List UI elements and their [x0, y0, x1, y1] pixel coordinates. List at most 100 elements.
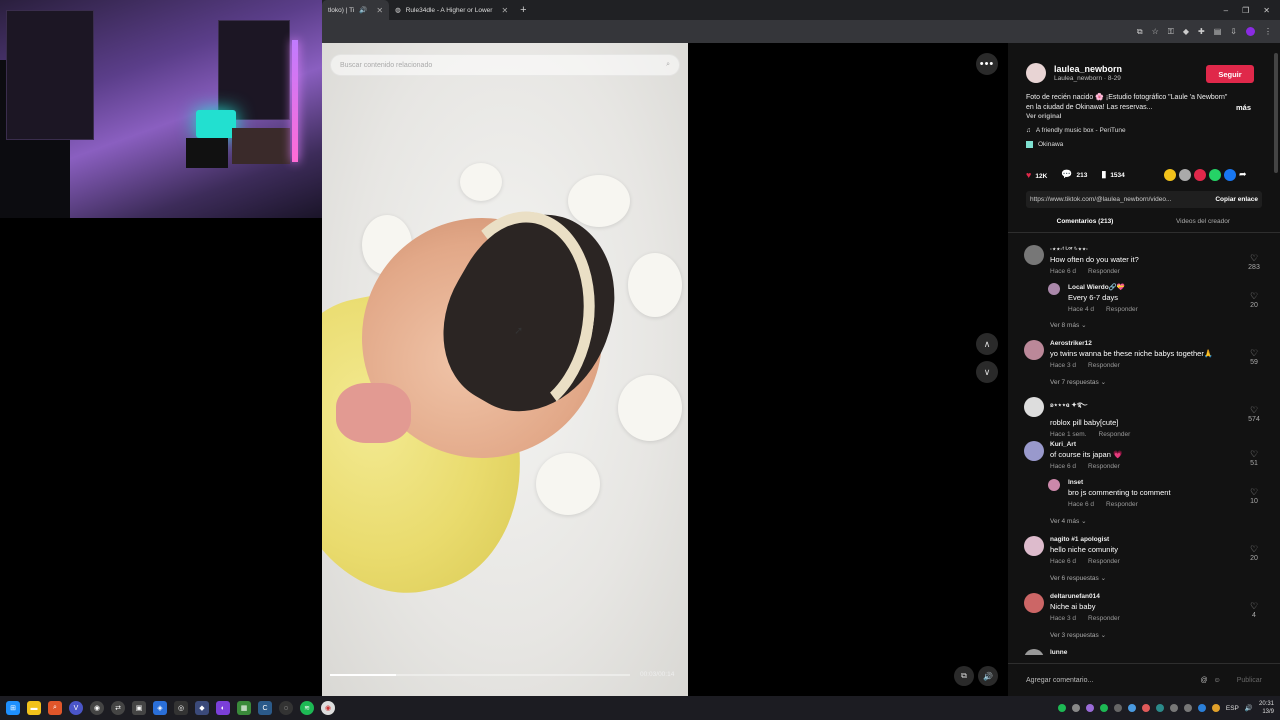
install-icon[interactable]: ⧉ [1137, 27, 1143, 37]
comment-like-button[interactable]: ♡ 283 [1244, 253, 1264, 271]
chrome-icon[interactable]: ◉ [321, 701, 335, 715]
reply-button[interactable]: Responder [1088, 463, 1120, 470]
share-arrow-icon[interactable]: ➦ [1239, 169, 1247, 181]
comment-like-button[interactable]: ♡ 10 [1244, 487, 1264, 505]
comment-user[interactable]: Aerostriker12 [1050, 340, 1264, 347]
search-input[interactable]: Buscar contenido relacionado ⌕ [330, 54, 680, 76]
comment-user[interactable]: deltarunefan014 [1050, 593, 1264, 600]
comment-user[interactable]: Inset [1068, 479, 1264, 486]
avatar[interactable] [1024, 245, 1044, 265]
avatar[interactable] [1024, 536, 1044, 556]
more-link[interactable]: más [1236, 103, 1251, 112]
tray-icon[interactable] [1071, 704, 1080, 712]
comment-button[interactable]: 💬 213 [1061, 169, 1087, 180]
more-options-button[interactable]: ••• [976, 53, 998, 75]
reply-button[interactable]: Responder [1088, 268, 1120, 275]
clock[interactable]: 20:31 13/9 [1259, 700, 1274, 716]
extension-icon[interactable]: ◆ [1183, 27, 1189, 36]
app-icon[interactable]: ◉ [90, 701, 104, 715]
view-more-replies[interactable]: Ver 7 respuestas ⌄ [1050, 378, 1106, 386]
reply-button[interactable]: Responder [1088, 362, 1120, 369]
reply-button[interactable]: Responder [1106, 306, 1138, 313]
music-link[interactable]: ♫ A friendly music box - PeriTune [1026, 127, 1126, 134]
reply-button[interactable]: Responder [1099, 431, 1131, 438]
tray-icon[interactable] [1057, 704, 1066, 712]
video-progress-bar[interactable] [330, 674, 630, 676]
previous-video-button[interactable]: ∧ [976, 333, 998, 355]
comment-input[interactable]: Agregar comentario... [1026, 677, 1093, 684]
reading-list-icon[interactable]: ▤ [1214, 27, 1222, 36]
comment-like-button[interactable]: ♡ 4 [1244, 601, 1264, 619]
search-icon[interactable]: ⌕ [666, 61, 670, 69]
save-button[interactable]: ▮ 1534 [1101, 169, 1124, 180]
publish-button[interactable]: Publicar [1237, 677, 1262, 684]
menu-kebab-icon[interactable]: ⋮ [1264, 27, 1272, 36]
speaker-icon[interactable]: 🔊 [359, 6, 367, 14]
comment-user[interactable]: Local Wierdo🔗💝 [1068, 283, 1264, 291]
next-video-button[interactable]: ∨ [976, 361, 998, 383]
close-icon[interactable]: ✕ [501, 6, 508, 15]
comment-user[interactable]: ʚ⋆⋆⋆ɞ ✦࿐ [1050, 397, 1264, 416]
tray-icon[interactable] [1183, 704, 1192, 712]
repost-share-icon[interactable] [1194, 169, 1206, 181]
avatar[interactable] [1024, 649, 1044, 655]
facebook-share-icon[interactable] [1224, 169, 1236, 181]
search-icon[interactable]: ⌕ [48, 701, 62, 715]
close-window-button[interactable]: ✕ [1263, 6, 1270, 15]
app-icon[interactable]: ◈ [153, 701, 167, 715]
tray-icon[interactable] [1141, 704, 1150, 712]
whatsapp-share-icon[interactable] [1209, 169, 1221, 181]
mention-icon[interactable]: @ [1200, 677, 1207, 684]
extension-icon[interactable]: ⚿ [1168, 27, 1174, 37]
avatar[interactable] [1048, 479, 1060, 491]
comment-like-button[interactable]: ♡ 574 [1244, 405, 1264, 423]
comment-like-button[interactable]: ♡ 20 [1244, 544, 1264, 562]
maximize-button[interactable]: ❐ [1242, 6, 1249, 15]
tray-icon[interactable] [1099, 704, 1108, 712]
spotify-icon[interactable]: ≋ [300, 701, 314, 715]
tray-icon[interactable] [1085, 704, 1094, 712]
avatar[interactable] [1026, 63, 1046, 83]
view-more-replies[interactable]: Ver 3 respuestas ⌄ [1050, 631, 1106, 639]
app-icon[interactable]: ▣ [132, 701, 146, 715]
comment-like-button[interactable]: ♡ 20 [1244, 291, 1264, 309]
video-player[interactable]: Buscar contenido relacionado ⌕ ➚ 00:03/0… [322, 43, 688, 696]
author-username[interactable]: laulea_newborn [1054, 64, 1122, 74]
friends-share-icon[interactable] [1179, 169, 1191, 181]
discord-icon[interactable]: ◐ [216, 701, 230, 715]
windows-start-icon[interactable]: ⊞ [6, 701, 20, 715]
comment-like-button[interactable]: ♡ 59 [1244, 348, 1264, 366]
volume-button[interactable]: 🔊 [978, 666, 998, 686]
tray-icon[interactable] [1197, 704, 1206, 712]
file-explorer-icon[interactable]: ▬ [27, 701, 41, 715]
follow-button[interactable]: Seguir [1206, 65, 1254, 83]
tray-icon[interactable] [1127, 704, 1136, 712]
tray-icon[interactable] [1169, 704, 1178, 712]
tab-tiktok[interactable]: tloko) | Ti 🔊 ✕ [322, 0, 390, 20]
tray-icon[interactable] [1113, 704, 1122, 712]
avatar[interactable] [1048, 283, 1060, 295]
language-indicator[interactable]: ESP [1226, 705, 1239, 712]
comment-user[interactable]: Kuri_Art [1050, 441, 1264, 448]
minimize-button[interactable]: – [1224, 6, 1228, 15]
tray-icon[interactable] [1211, 704, 1220, 712]
bookmark-star-icon[interactable]: ☆ [1152, 27, 1159, 36]
comment-user[interactable]: nagito #1 apologist [1050, 536, 1264, 543]
scrollbar[interactable] [1274, 53, 1278, 173]
download-icon[interactable]: ⇩ [1230, 27, 1237, 36]
reply-button[interactable]: Responder [1088, 615, 1120, 622]
avatar[interactable] [1024, 397, 1044, 417]
volume-icon[interactable]: 🔊 [1245, 704, 1253, 712]
puzzle-icon[interactable]: ✚ [1198, 27, 1205, 36]
close-icon[interactable]: ✕ [376, 6, 383, 15]
tab-rule34dle[interactable]: ◍ Rule34dle - A Higher or Lower ✕ [389, 0, 514, 20]
app-icon[interactable]: ⇄ [111, 701, 125, 715]
view-more-replies[interactable]: Ver 6 respuestas ⌄ [1050, 574, 1106, 582]
avatar[interactable] [1024, 340, 1044, 360]
like-button[interactable]: ♥ 12K [1026, 170, 1047, 180]
embed-share-icon[interactable] [1164, 169, 1176, 181]
app-icon[interactable]: C [258, 701, 272, 715]
tab-comments[interactable]: Comentarios (213) [1026, 213, 1144, 233]
comment-user[interactable]: lunne [1050, 649, 1264, 655]
see-original-link[interactable]: Ver original [1026, 113, 1061, 120]
